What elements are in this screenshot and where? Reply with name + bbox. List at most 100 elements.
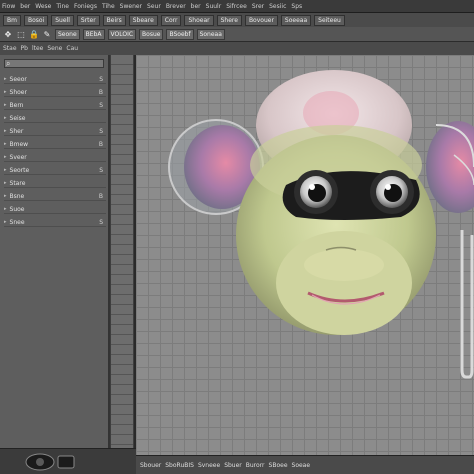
tool-button-1[interactable]: BEbA xyxy=(82,28,105,40)
brush-tool-icon[interactable]: ✎ xyxy=(42,29,52,39)
outliner-row-label: Shoer xyxy=(9,88,27,96)
property-column-a[interactable] xyxy=(110,55,134,448)
toolbar-button-9[interactable]: Bovouer xyxy=(244,14,278,26)
expand-arrow-icon[interactable]: ▸ xyxy=(4,154,7,160)
option-item-2[interactable]: ltee xyxy=(32,45,43,52)
search-icon: ⌕ xyxy=(6,59,11,68)
outliner-row[interactable]: ▸ Shoer B xyxy=(4,88,106,97)
outliner-row[interactable]: ▸ Seorte S xyxy=(4,166,106,175)
outliner-row[interactable]: ▸ Seeor S xyxy=(4,75,106,84)
expand-arrow-icon[interactable]: ▸ xyxy=(4,167,7,173)
toolbar-button-7[interactable]: Shoear xyxy=(184,14,214,26)
menu-item-3[interactable]: Tine xyxy=(56,3,69,10)
toolbar-button-10[interactable]: Soeeaa xyxy=(280,14,312,26)
lock-icon[interactable]: 🔒 xyxy=(29,29,39,39)
outliner-row[interactable]: ▸ Bsne B xyxy=(4,192,106,201)
menu-item-2[interactable]: Wese xyxy=(35,3,51,10)
menu-item-8[interactable]: Brever xyxy=(166,3,186,10)
menu-item-11[interactable]: Sifrcee xyxy=(226,3,247,10)
toolbar-button-2[interactable]: Suell xyxy=(51,14,74,26)
tool-button-2[interactable]: VOLOIC xyxy=(107,28,137,40)
main-toolbar: Bm Bosoi Suell Srter Beirs Sbeare Corr Shoear Sh… xyxy=(0,13,474,27)
outliner-row-label: Snee xyxy=(9,218,25,226)
menu-item-4[interactable]: Foniegs xyxy=(74,3,97,10)
outliner-panel: ⌕ ▸ Seeor S ▸ Shoer B ▸ Bern S ▸ Seise ▸ Sher S ▸ Bmew B… xyxy=(0,55,110,448)
status-item-1[interactable]: SboRuBIS xyxy=(165,462,194,469)
expand-arrow-icon[interactable]: ▸ xyxy=(4,115,7,121)
status-item-0[interactable]: Sbouer xyxy=(140,462,161,469)
expand-arrow-icon[interactable]: ▸ xyxy=(4,219,7,225)
outliner-row-label: Seorte xyxy=(9,166,30,174)
status-item-2[interactable]: Svneee xyxy=(198,462,220,469)
menu-item-7[interactable]: Seur xyxy=(147,3,161,10)
outliner-row[interactable]: ▸ Sher S xyxy=(4,127,106,136)
tool-button-4[interactable]: BSoebf xyxy=(166,28,194,40)
menu-item-0[interactable]: Fiow xyxy=(2,3,15,10)
expand-arrow-icon[interactable]: ▸ xyxy=(4,193,7,199)
outliner-row[interactable]: ▸ Stare xyxy=(4,179,106,188)
tool-button-3[interactable]: Bosue xyxy=(139,28,164,40)
select-tool-icon[interactable]: ⬚ xyxy=(16,29,26,39)
outliner-row-label: Sveer xyxy=(9,153,27,161)
expand-arrow-icon[interactable]: ▸ xyxy=(4,89,7,95)
toolbar-button-1[interactable]: Bosoi xyxy=(23,14,49,26)
expand-arrow-icon[interactable]: ▸ xyxy=(4,141,7,147)
outliner-row-label: Bmew xyxy=(9,140,29,148)
toolbar-button-11[interactable]: Seiteeu xyxy=(314,14,345,26)
tool-toolbar: ✥ ⬚ 🔒 ✎ Seone BEbA VOLOIC Bosue BSoebf Soneaa xyxy=(0,27,474,42)
outliner-row[interactable]: ▸ Bern S xyxy=(4,101,106,110)
outliner-row[interactable]: ▸ Snee S xyxy=(4,218,106,227)
menu-bar: Fiow ber Wese Tine Foniegs Tihe Swener Seur Brev… xyxy=(0,0,474,13)
option-item-0[interactable]: Stae xyxy=(3,45,17,52)
monkey-head-model xyxy=(168,70,474,379)
option-item-4[interactable]: Cau xyxy=(66,45,78,52)
menu-item-5[interactable]: Tihe xyxy=(102,3,115,10)
outliner-row-value: S xyxy=(99,166,103,174)
outliner-row-value: B xyxy=(98,140,103,148)
toolbar-button-0[interactable]: Bm xyxy=(3,14,21,26)
3d-viewport[interactable] xyxy=(136,55,474,455)
menu-item-12[interactable]: Srer xyxy=(252,3,264,10)
toolbar-button-3[interactable]: Srter xyxy=(76,14,100,26)
menu-item-9[interactable]: ber xyxy=(191,3,201,10)
outliner-row-label: Sher xyxy=(9,127,24,135)
status-item-3[interactable]: Sbuer xyxy=(224,462,242,469)
outliner-row-value: S xyxy=(99,127,103,135)
toolbar-button-4[interactable]: Beirs xyxy=(102,14,126,26)
toolbar-button-5[interactable]: Sbeare xyxy=(128,14,158,26)
outliner-row-label: Suoe xyxy=(9,205,25,213)
outliner-search-input[interactable]: ⌕ xyxy=(4,59,104,68)
outliner-row-value: S xyxy=(99,101,103,109)
left-eye xyxy=(294,170,338,214)
status-item-6[interactable]: Soeae xyxy=(292,462,311,469)
outliner-row[interactable]: ▸ Bmew B xyxy=(4,140,106,149)
options-toolbar: Stae Pb ltee Sene Cau xyxy=(0,42,474,55)
expand-arrow-icon[interactable]: ▸ xyxy=(4,76,7,82)
outliner-row[interactable]: ▸ Sveer xyxy=(4,153,106,162)
outliner-row-value: B xyxy=(98,192,103,200)
expand-arrow-icon[interactable]: ▸ xyxy=(4,206,7,212)
status-bar: Sbouer SboRuBIS Svneee Sbuer Burorr SBoee Soea… xyxy=(136,455,474,474)
option-item-1[interactable]: Pb xyxy=(21,45,28,52)
menu-item-6[interactable]: Swener xyxy=(120,3,142,10)
tool-button-0[interactable]: Seone xyxy=(55,28,80,40)
expand-arrow-icon[interactable]: ▸ xyxy=(4,128,7,134)
status-item-4[interactable]: Burorr xyxy=(246,462,265,469)
outliner-row[interactable]: ▸ Seise xyxy=(4,114,106,123)
right-ear xyxy=(426,121,474,213)
menu-item-10[interactable]: Suulr xyxy=(206,3,222,10)
expand-arrow-icon[interactable]: ▸ xyxy=(4,180,7,186)
menu-item-13[interactable]: Sesiic xyxy=(269,3,286,10)
tool-button-5[interactable]: Soneaa xyxy=(196,28,225,40)
outliner-row[interactable]: ▸ Suoe xyxy=(4,205,106,214)
option-item-3[interactable]: Sene xyxy=(47,45,62,52)
menu-item-14[interactable]: Sps xyxy=(291,3,302,10)
toolbar-button-6[interactable]: Corr xyxy=(160,14,182,26)
timeline-controls xyxy=(0,448,136,474)
toolbar-button-8[interactable]: Shere xyxy=(216,14,242,26)
expand-arrow-icon[interactable]: ▸ xyxy=(4,102,7,108)
menu-item-1[interactable]: ber xyxy=(20,3,30,10)
status-item-5[interactable]: SBoee xyxy=(269,462,288,469)
right-eye xyxy=(370,170,414,214)
move-tool-icon[interactable]: ✥ xyxy=(3,29,13,39)
